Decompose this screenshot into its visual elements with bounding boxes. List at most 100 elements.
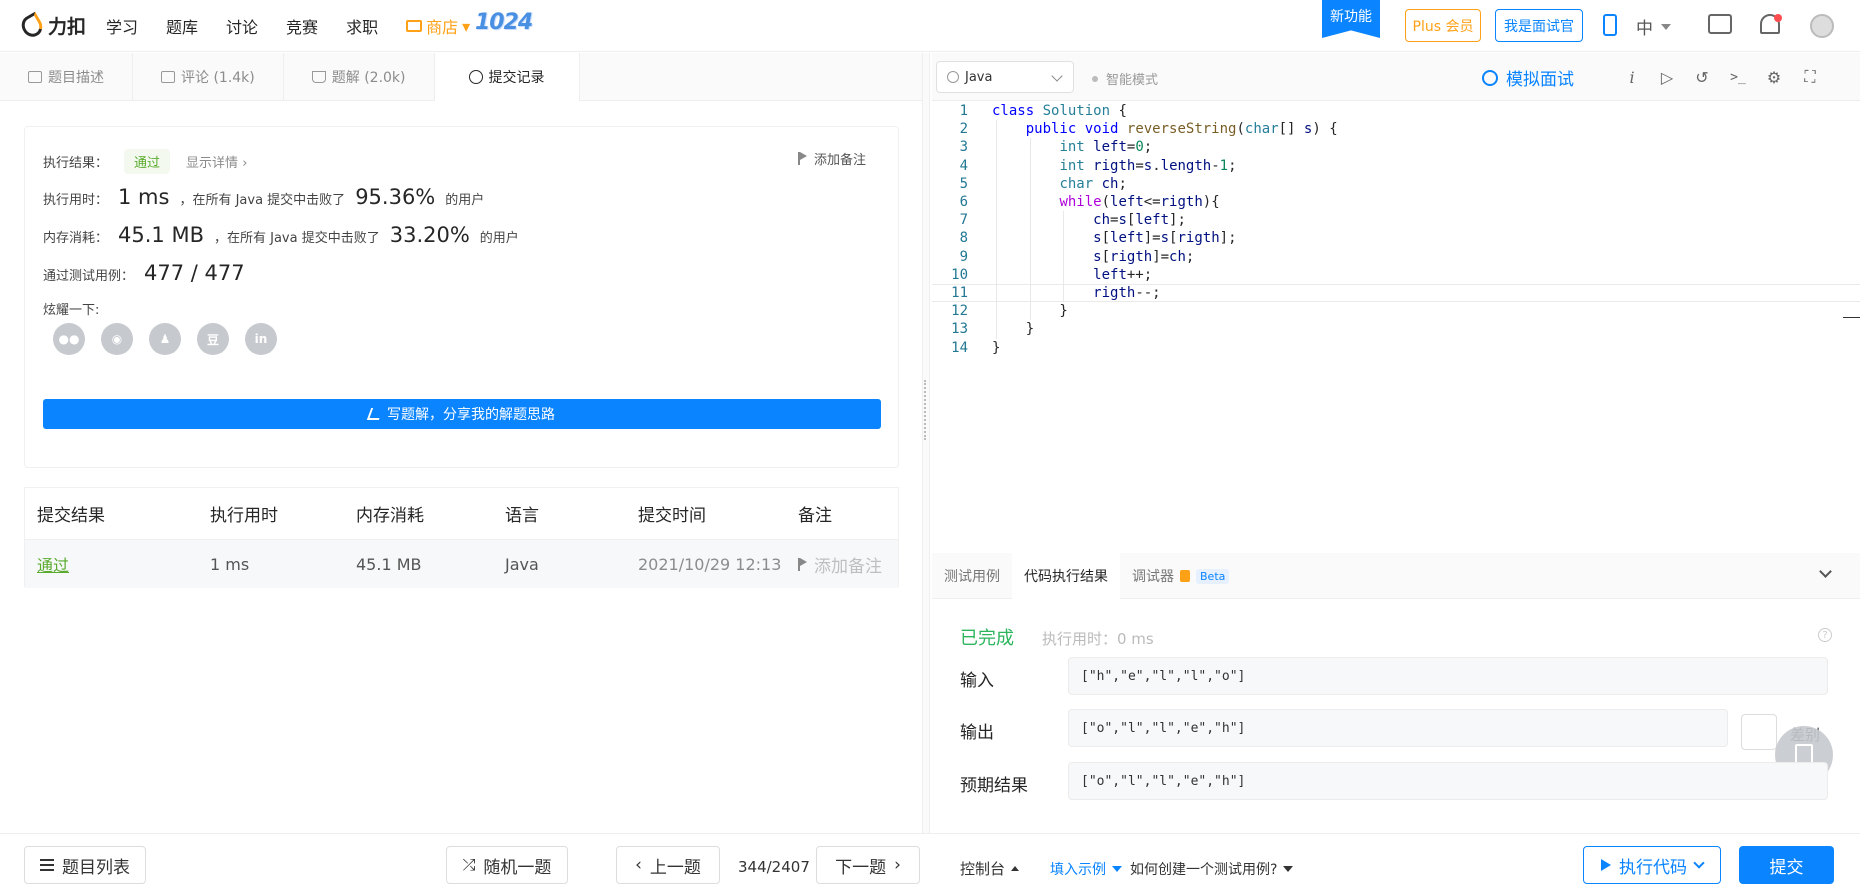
code-line[interactable]: 12 } xyxy=(932,302,1860,320)
code-line[interactable]: 3 int left=0; xyxy=(932,138,1860,156)
problem-list-button[interactable]: 题目列表 xyxy=(24,846,146,884)
write-solution-button[interactable]: 写题解，分享我的解题思路 xyxy=(43,399,881,429)
notification-dot xyxy=(1774,14,1782,22)
user-avatar[interactable] xyxy=(1810,14,1834,38)
douban-icon[interactable]: 豆 xyxy=(197,323,229,355)
code-text: s[rigth]=ch; xyxy=(1093,248,1195,265)
run-runtime: 执行用时：0 ms xyxy=(1042,630,1154,648)
runtime-value: 1 ms xyxy=(118,185,170,209)
chevron-down-icon[interactable] xyxy=(1693,857,1705,869)
code-line[interactable]: 9 s[rigth]=ch; xyxy=(932,248,1860,266)
code-line[interactable]: 7 ch=s[left]; xyxy=(932,211,1860,229)
add-note-button[interactable]: 添加备注 xyxy=(797,149,866,168)
tab-run-result[interactable]: 代码执行结果 xyxy=(1012,553,1120,599)
code-line[interactable]: 4 int rigth=s.length-1; xyxy=(932,157,1860,175)
fill-example-dropdown[interactable]: 填入示例 xyxy=(1050,859,1122,879)
row-time: 2021/10/29 12:13 xyxy=(638,554,782,574)
qq-icon[interactable]: ♟ xyxy=(149,323,181,355)
linkedin-icon[interactable]: in xyxy=(245,323,277,355)
mobile-app-icon[interactable] xyxy=(1603,14,1617,36)
tab-comments[interactable]: 评论 (1.4k) xyxy=(133,53,284,101)
tests-value: 477 / 477 xyxy=(144,261,245,285)
code-line[interactable]: 5 char ch; xyxy=(932,175,1860,193)
code-text: char ch; xyxy=(1059,175,1127,192)
memory-suffix: 的用户 xyxy=(479,231,519,246)
row-result[interactable]: 通过 xyxy=(37,540,69,588)
howto-testcase-link[interactable]: 如何创建一个测试用例? xyxy=(1130,859,1294,879)
random-problem-button[interactable]: ⤮ 随机一题 xyxy=(446,846,568,884)
code-line[interactable]: 8 s[left]=s[rigth]; xyxy=(932,229,1860,247)
wechat-icon[interactable]: ●● xyxy=(53,323,85,355)
interviewer-button[interactable]: 我是面试官 xyxy=(1495,9,1583,42)
flask-icon xyxy=(311,71,326,83)
terminal-icon[interactable]: >_ xyxy=(1728,67,1748,87)
runtime-beat-text: ，在所有 Java 提交中击败了 xyxy=(179,193,346,208)
nav-item-learn[interactable]: 学习 xyxy=(106,14,138,38)
submissions-table: 提交结果 执行用时 内存消耗 语言 提交时间 备注 通过 1 ms 45.1 M… xyxy=(24,487,899,588)
memory-percent: 33.20% xyxy=(389,223,470,247)
tab-description-label: 题目描述 xyxy=(48,70,104,86)
smart-mode-toggle[interactable]: 智能模式 xyxy=(1092,69,1158,88)
event-1024-banner[interactable]: 1024 xyxy=(475,10,533,35)
panel-resize-handle[interactable] xyxy=(922,53,930,833)
code-line[interactable]: 1 class Solution { xyxy=(932,102,1860,120)
submit-button[interactable]: 提交 xyxy=(1739,846,1834,884)
weibo-icon[interactable]: ◉ xyxy=(101,323,133,355)
settings-gear-icon[interactable]: ⚙ xyxy=(1764,67,1784,87)
code-line[interactable]: 10 left++; xyxy=(932,266,1860,284)
code-line[interactable]: 14} xyxy=(932,339,1860,357)
run-status: 已完成 xyxy=(960,628,1014,649)
reset-icon[interactable]: ↺ xyxy=(1692,67,1712,87)
collapse-chevron-icon[interactable] xyxy=(1819,565,1832,578)
language-switcher[interactable]: 中 xyxy=(1636,14,1671,39)
line-number: 6 xyxy=(959,194,968,210)
top-nav: 力扣 学习 题库 讨论 竞赛 求职 商店 ▾ 1024 新功能 Plus 会员 … xyxy=(0,0,1860,52)
problem-page-count: 344/2407 xyxy=(738,858,810,876)
help-icon[interactable]: ? xyxy=(1818,628,1832,642)
tab-solutions[interactable]: 题解 (2.0k) xyxy=(284,53,435,101)
info-italic-icon[interactable]: i xyxy=(1622,67,1642,87)
diff-checkbox[interactable] xyxy=(1741,714,1777,750)
run-code-button[interactable]: 执行代码 xyxy=(1583,846,1721,884)
fullscreen-icon[interactable]: ⛶ xyxy=(1800,67,1820,87)
code-line[interactable]: 6 while(left<=rigth){ xyxy=(932,193,1860,211)
code-line[interactable]: 11 rigth--; xyxy=(932,284,1860,302)
tab-description[interactable]: 题目描述 xyxy=(0,53,133,101)
row-add-note-button[interactable]: 添加备注 xyxy=(798,540,882,588)
flag-icon xyxy=(798,557,808,571)
nav-item-problems[interactable]: 题库 xyxy=(166,14,198,38)
scroll-position-marker xyxy=(1843,317,1860,318)
language-select[interactable]: Java xyxy=(936,61,1074,93)
code-text: rigth--; xyxy=(1093,285,1161,301)
problem-tabs: 题目描述 评论 (1.4k) 题解 (2.0k) 提交记录 xyxy=(0,53,925,101)
tab-submissions[interactable]: 提交记录 xyxy=(434,53,580,101)
tab-testcase[interactable]: 测试用例 xyxy=(932,553,1012,599)
table-row[interactable]: 通过 1 ms 45.1 MB Java 2021/10/29 12:13 添加… xyxy=(25,540,898,588)
playground-icon[interactable] xyxy=(1708,14,1732,34)
code-editor[interactable]: 1 class Solution {2 public void reverseSt… xyxy=(932,101,1860,551)
leetcode-logo[interactable]: 力扣 xyxy=(17,10,86,41)
code-line[interactable]: 13 } xyxy=(932,320,1860,338)
tab-debugger[interactable]: 调试器 Beta xyxy=(1120,553,1241,599)
row-memory: 45.1 MB xyxy=(356,554,422,574)
mock-interview-button[interactable]: 模拟面试 xyxy=(1482,65,1574,90)
code-text: int rigth=s.length-1; xyxy=(1059,157,1237,174)
new-feature-badge[interactable]: 新功能 xyxy=(1322,0,1380,38)
next-problem-button[interactable]: 下一题 › xyxy=(816,846,920,884)
run-flag-icon[interactable]: ▷ xyxy=(1657,67,1677,87)
prev-problem-button[interactable]: ‹ 上一题 xyxy=(616,846,720,884)
plus-member-button[interactable]: Plus 会员 xyxy=(1405,9,1481,42)
beta-badge: Beta xyxy=(1196,568,1230,584)
nav-item-shop[interactable]: 商店 ▾ xyxy=(406,14,470,38)
howto-label: 如何创建一个测试用例? xyxy=(1130,862,1278,878)
clock-icon xyxy=(468,70,483,84)
show-details-link[interactable]: 显示详情 › xyxy=(186,152,247,171)
code-line[interactable]: 2 public void reverseString(char[] s) { xyxy=(932,120,1860,138)
nav-item-jobs[interactable]: 求职 xyxy=(346,14,378,38)
expected-label: 预期结果 xyxy=(960,776,1028,796)
lock-icon xyxy=(1180,570,1190,582)
console-toggle[interactable]: 控制台 xyxy=(960,858,1020,879)
comment-icon xyxy=(161,71,175,83)
nav-item-discuss[interactable]: 讨论 xyxy=(226,14,258,38)
nav-item-contest[interactable]: 竞赛 xyxy=(286,14,318,38)
